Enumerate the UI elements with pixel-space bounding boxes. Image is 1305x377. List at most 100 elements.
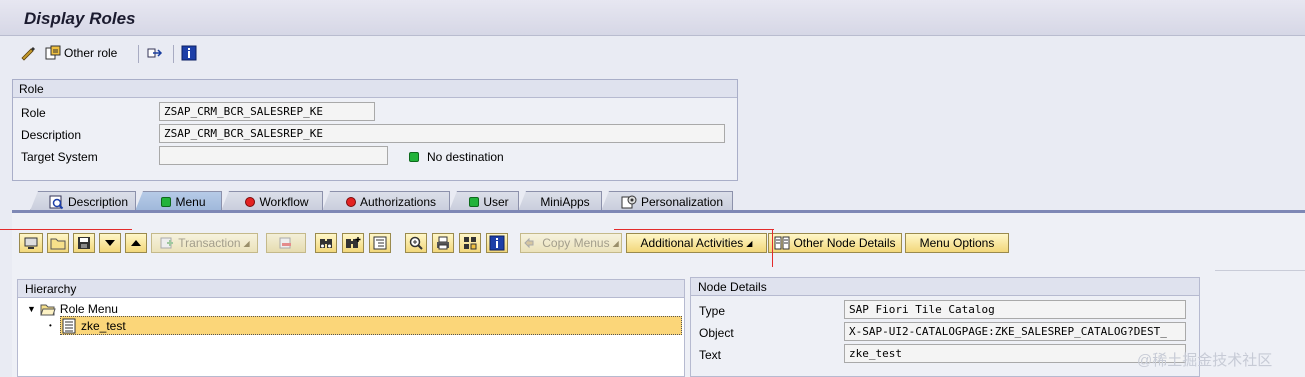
collapse-up-button[interactable] [125,233,147,253]
menu-options-button[interactable]: Menu Options [905,233,1009,253]
other-role-button[interactable]: Other role [45,45,117,61]
folder-icon [50,235,66,251]
transaction-icon [159,235,175,251]
role-label: Role [21,106,46,120]
type-field[interactable]: SAP Fiori Tile Catalog [844,300,1186,319]
tab-description[interactable]: Description [30,191,136,211]
delete-node-button[interactable] [266,233,306,253]
description-row: Description ZSAP_CRM_BCR_SALESREP_KE [13,124,737,144]
tree-node-child-selected[interactable]: zke_test [60,316,682,335]
red-led-icon [245,196,256,207]
hierarchy-header: Hierarchy [18,280,684,298]
type-label: Type [699,304,726,318]
pencil-glasses-icon [20,45,36,61]
magnifier-icon [408,235,424,251]
other-role-label: Other role [64,46,118,60]
tab-label: Workflow [259,194,309,209]
divider [1215,270,1305,271]
role-group-box: Role Role ZSAP_CRM_BCR_SALESREP_KE Descr… [12,79,738,181]
monitor-icon [23,235,39,251]
red-led-icon [345,196,356,207]
other-node-details-label: Other Node Details [793,236,896,250]
target-system-label: Target System [21,150,98,164]
info-button[interactable] [181,45,197,61]
save-node-button[interactable] [73,233,95,253]
dropdown-arrow-icon: ◢ [243,238,250,248]
other-role-icon [45,45,61,61]
personalization-icon [621,194,637,210]
description-label: Description [21,128,82,142]
additional-activities-label: Additional Activities [640,236,744,250]
description-field[interactable]: ZSAP_CRM_BCR_SALESREP_KE [159,124,725,143]
target-system-row: Target System No destination [13,146,737,166]
hierarchy-panel: Hierarchy ▼ Role Menu zke_test • [17,279,685,377]
tab-menu[interactable]: Menu [135,191,222,211]
role-field[interactable]: ZSAP_CRM_BCR_SALESREP_KE [159,102,375,121]
tree-list-icon [372,235,388,251]
tree-node-label: Role Menu [59,302,118,316]
document-list-icon [61,318,77,334]
text-label: Text [699,348,722,362]
object-field[interactable]: X-SAP-UI2-CATALOGPAGE:ZKE_SALESREP_CATAL… [844,322,1186,341]
copy-menus-label: Copy Menus [542,236,610,250]
tab-label: Personalization [640,194,724,209]
copy-menus-icon [523,235,539,251]
destination-status: No destination [409,150,504,164]
tab-workflow[interactable]: Workflow [221,191,323,211]
role-group-header: Role [13,80,737,98]
layout-button[interactable] [459,233,481,253]
insert-node-button[interactable] [19,233,43,253]
green-led-icon [469,196,480,207]
tree-node-root[interactable]: ▼ Role Menu [27,301,118,317]
tab-miniapps[interactable]: MiniApps [518,191,602,211]
tab-label: User [483,194,509,209]
tab-user[interactable]: User [449,191,519,211]
additional-activities-button[interactable]: Additional Activities ◢ [626,233,767,253]
tree-bullet-icon: • [49,321,52,330]
tab-authorizations[interactable]: Authorizations [322,191,450,211]
watermark: @稀土掘金技术社区 [1137,352,1273,369]
grid-icon [462,235,478,251]
folder-open-icon [40,301,56,317]
edit-pencil-button[interactable] [20,45,36,61]
transaction-button[interactable]: Transaction ◢ [151,233,258,253]
diskette-icon [76,235,92,251]
tree-node-label: zke_test [81,318,126,333]
info-icon [181,45,197,61]
tab-label: Description [67,194,129,209]
copy-menus-button[interactable]: Copy Menus ◢ [520,233,622,253]
other-node-details-button[interactable]: Other Node Details [768,233,902,253]
zoom-button[interactable] [405,233,427,253]
triangle-down-icon [102,235,118,251]
toolbar-separator [138,45,139,63]
expand-down-button[interactable] [99,233,121,253]
transport-button[interactable] [147,45,163,61]
application-toolbar: Other role [0,37,1305,69]
binoculars-plus-icon [345,235,361,251]
info-icon [489,235,505,251]
target-system-field[interactable] [159,146,388,165]
page-title: Display Roles [24,9,136,28]
node-details-panel: Node Details Type SAP Fiori Tile Catalog… [690,277,1200,377]
menu-options-label: Menu Options [919,236,995,250]
find-next-button[interactable] [342,233,364,253]
transport-arrow-icon [147,45,163,61]
annotation-line [0,229,132,230]
find-button[interactable] [315,233,337,253]
info-node-button[interactable] [486,233,508,253]
collapse-all-button[interactable] [369,233,391,253]
binoculars-icon [318,235,334,251]
annotation-line [772,229,773,267]
tab-label: Menu [175,194,206,209]
expand-triangle-icon[interactable]: ▼ [27,304,36,314]
print-button[interactable] [432,233,454,253]
text-field[interactable]: zke_test [844,344,1186,363]
triangle-up-icon [128,235,144,251]
transaction-label: Transaction [178,236,241,250]
role-row: Role ZSAP_CRM_BCR_SALESREP_KE [13,102,737,122]
annotation-line [614,229,774,230]
tab-personalization[interactable]: Personalization [601,191,733,211]
folder-button[interactable] [47,233,69,253]
object-label: Object [699,326,734,340]
node-details-header: Node Details [691,278,1199,296]
